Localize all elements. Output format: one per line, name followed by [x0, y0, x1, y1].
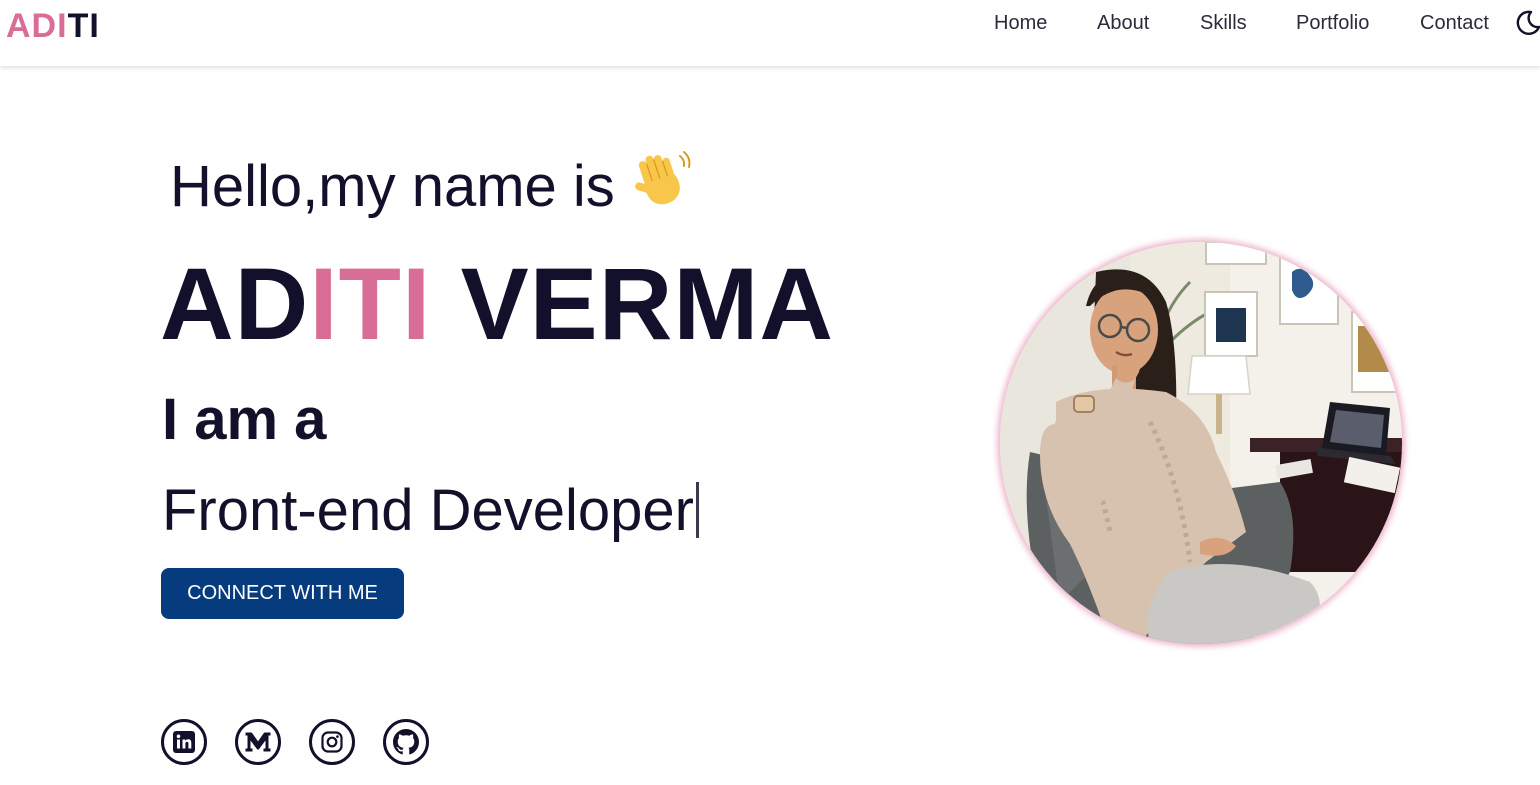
nav-link-skills[interactable]: Skills — [1200, 10, 1247, 36]
hero-greeting: Hello,my name is — [170, 154, 615, 219]
moon-icon[interactable] — [1512, 8, 1540, 38]
hero-name: ADITI VERMA — [160, 252, 834, 356]
hero-name-part-dark: AD — [160, 247, 310, 361]
hero-role: Front-end Developer — [162, 476, 699, 546]
nav-link-home[interactable]: Home — [994, 10, 1047, 36]
medium-icon[interactable] — [235, 719, 281, 765]
hero-name-part-pink: ITI — [309, 247, 432, 361]
connect-with-me-button[interactable]: CONNECT WITH ME — [161, 568, 404, 619]
github-icon[interactable] — [383, 719, 429, 765]
navbar: ADITI Home About Skills Portfolio Contac… — [0, 0, 1540, 66]
nav-link-contact[interactable]: Contact — [1420, 10, 1489, 36]
profile-photo — [1000, 242, 1402, 644]
instagram-icon[interactable] — [309, 719, 355, 765]
linkedin-icon[interactable] — [161, 719, 207, 765]
logo-part-pink: ADI — [6, 7, 68, 45]
site-logo[interactable]: ADITI — [6, 6, 100, 46]
typing-cursor — [695, 482, 699, 538]
hero-role-text: Front-end Developer — [162, 478, 694, 543]
nav-link-portfolio[interactable]: Portfolio — [1296, 10, 1369, 36]
hero-intro: I am a — [162, 387, 327, 452]
nav-link-about[interactable]: About — [1097, 10, 1149, 36]
hero-name-surname: VERMA — [431, 247, 835, 361]
waving-hand-icon — [630, 148, 694, 212]
logo-part-dark: TI — [67, 7, 100, 45]
